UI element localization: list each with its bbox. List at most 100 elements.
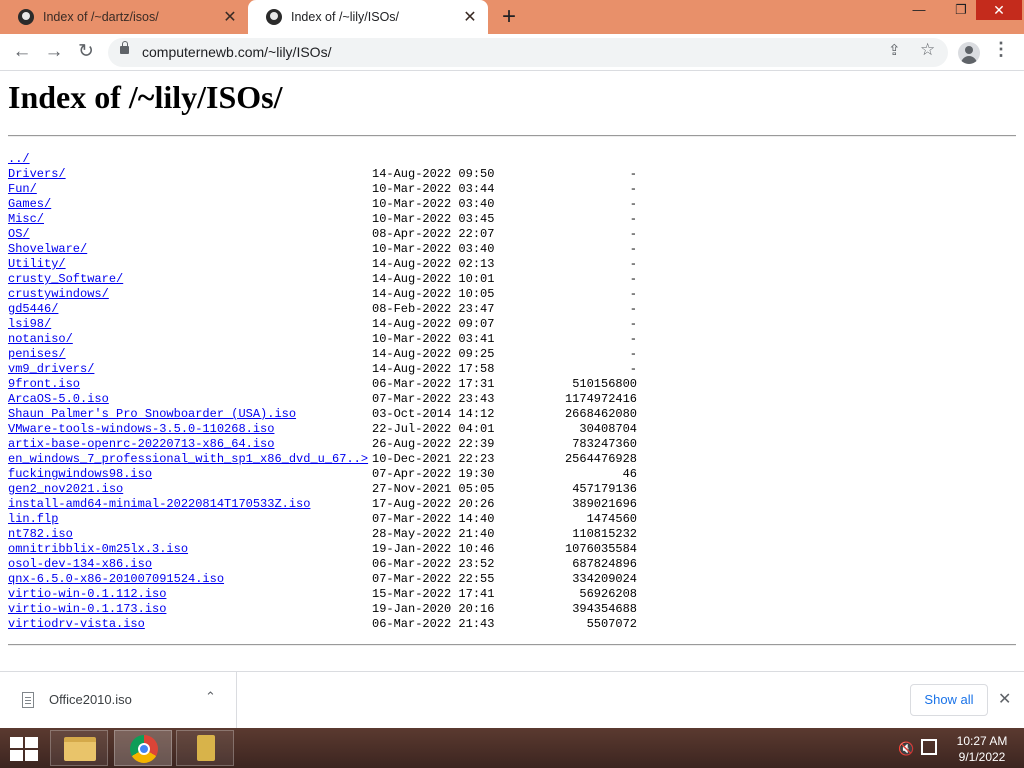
file-size: - (629, 287, 637, 301)
taskbar-file-explorer[interactable] (50, 730, 108, 766)
file-link[interactable]: artix-base-openrc-20220713-x86_64.iso (8, 437, 274, 452)
shelf-close-icon[interactable]: ✕ (998, 689, 1011, 709)
file-link[interactable]: lsi98/ (8, 317, 51, 332)
modified-date: 08-Apr-2022 22:07 (372, 227, 495, 241)
modified-date: 10-Dec-2021 22:23 (372, 452, 495, 466)
file-size: 46 (622, 467, 637, 481)
modified-date: 14-Aug-2022 09:25 (372, 347, 495, 361)
file-size: 510156800 (572, 377, 637, 391)
taskbar-chrome[interactable] (114, 730, 172, 766)
modified-date: 10-Mar-2022 03:44 (372, 182, 495, 196)
modified-date: 14-Aug-2022 09:07 (372, 317, 495, 331)
url-text[interactable]: computernewb.com/~lily/ISOs/ (142, 44, 331, 60)
tab-dartz-isos[interactable]: Index of /~dartz/isos/ ✕ (0, 0, 248, 34)
reload-button[interactable]: ↻ (72, 38, 100, 66)
file-size: 687824896 (572, 557, 637, 571)
forward-button[interactable]: → (40, 38, 68, 66)
new-tab-button[interactable]: + (496, 0, 522, 34)
file-size: - (629, 197, 637, 211)
share-icon[interactable]: ⇪ (888, 41, 901, 59)
file-link[interactable]: Utility/ (8, 257, 66, 272)
file-link[interactable]: Games/ (8, 197, 51, 212)
modified-date: 03-Oct-2014 14:12 (372, 407, 495, 421)
window-close-button[interactable]: ✕ (976, 0, 1022, 20)
back-button[interactable]: ← (8, 38, 36, 66)
file-link[interactable]: notaniso/ (8, 332, 73, 347)
file-size: 2668462080 (564, 407, 637, 421)
file-link[interactable]: 9front.iso (8, 377, 80, 392)
file-size: 389021696 (572, 497, 637, 511)
file-size: - (629, 212, 637, 226)
modified-date: 08-Feb-2022 23:47 (372, 302, 495, 316)
file-link[interactable]: gd5446/ (8, 302, 58, 317)
modified-date: 06-Mar-2022 17:31 (372, 377, 495, 391)
start-button[interactable] (10, 737, 38, 761)
file-link[interactable]: penises/ (8, 347, 66, 362)
file-size: 1174972416 (564, 392, 637, 406)
file-link[interactable]: Misc/ (8, 212, 44, 227)
file-link[interactable]: Fun/ (8, 182, 37, 197)
file-link[interactable]: qnx-6.5.0-x86-201007091524.iso (8, 572, 224, 587)
file-link[interactable]: ../ (8, 152, 30, 167)
speaker-muted-icon[interactable]: 🔇 (898, 741, 914, 757)
divider (8, 135, 1016, 137)
file-link[interactable]: Drivers/ (8, 167, 66, 182)
menu-icon[interactable]: ⋮ (992, 39, 1010, 60)
file-size: - (629, 272, 637, 286)
taskbar-app[interactable] (176, 730, 234, 766)
file-size: - (629, 347, 637, 361)
tab-close-icon[interactable]: ✕ (458, 7, 482, 27)
file-link[interactable]: fuckingwindows98.iso (8, 467, 152, 482)
minimize-button[interactable]: — (904, 0, 934, 20)
file-link[interactable]: lin.flp (8, 512, 58, 527)
modified-date: 19-Jan-2020 20:16 (372, 602, 495, 616)
download-shelf: Office2010.iso ⌃ Show all ✕ (0, 671, 1024, 728)
file-size: - (629, 317, 637, 331)
download-item[interactable]: Office2010.iso ⌃ (0, 672, 237, 728)
file-size: 783247360 (572, 437, 637, 451)
file-link[interactable]: VMware-tools-windows-3.5.0-110268.iso (8, 422, 274, 437)
file-link[interactable]: virtio-win-0.1.173.iso (8, 602, 166, 617)
modified-date: 14-Aug-2022 17:58 (372, 362, 495, 376)
system-clock[interactable]: 10:27 AM 9/1/2022 (948, 733, 1016, 765)
file-link[interactable]: virtiodrv-vista.iso (8, 617, 145, 632)
file-link[interactable]: en_windows_7_professional_with_sp1_x86_d… (8, 452, 368, 467)
file-size: 5507072 (586, 617, 637, 631)
site-favicon-icon (18, 9, 34, 25)
tab-title: Index of /~dartz/isos/ (43, 10, 159, 24)
modified-date: 22-Jul-2022 04:01 (372, 422, 495, 436)
tab-title: Index of /~lily/ISOs/ (291, 10, 400, 24)
file-link[interactable]: vm9_drivers/ (8, 362, 94, 377)
file-link[interactable]: Shaun Palmer's Pro Snowboarder (USA).iso (8, 407, 296, 422)
address-bar[interactable]: computernewb.com/~lily/ISOs/ ⇪ ☆ (108, 38, 948, 67)
file-link[interactable]: crustywindows/ (8, 287, 109, 302)
browser-toolbar: ← → ↻ computernewb.com/~lily/ISOs/ ⇪ ☆ ⋮ (0, 34, 1024, 71)
show-all-button[interactable]: Show all (910, 684, 988, 716)
file-link[interactable]: virtio-win-0.1.112.iso (8, 587, 166, 602)
file-link[interactable]: ArcaOS-5.0.iso (8, 392, 109, 407)
network-icon[interactable] (921, 739, 937, 755)
lock-icon[interactable] (120, 41, 129, 54)
file-link[interactable]: osol-dev-134-x86.iso (8, 557, 152, 572)
file-link[interactable]: omnitribblix-0m25lx.3.iso (8, 542, 188, 557)
file-link[interactable]: crusty_Software/ (8, 272, 123, 287)
bookmark-star-icon[interactable]: ☆ (920, 40, 935, 60)
modified-date: 14-Aug-2022 10:05 (372, 287, 495, 301)
file-size: 110815232 (572, 527, 637, 541)
file-link[interactable]: gen2_nov2021.iso (8, 482, 123, 497)
tab-lily-isos[interactable]: Index of /~lily/ISOs/ ✕ (248, 0, 488, 34)
file-size: - (629, 362, 637, 376)
file-link[interactable]: Shovelware/ (8, 242, 87, 257)
windows-logo-icon (10, 737, 23, 748)
file-link[interactable]: nt782.iso (8, 527, 73, 542)
restore-button[interactable]: ❐ (946, 0, 976, 20)
modified-date: 14-Aug-2022 10:01 (372, 272, 495, 286)
file-link[interactable]: install-amd64-minimal-20220814T170533Z.i… (8, 497, 310, 512)
clock-date: 9/1/2022 (958, 750, 1006, 764)
download-file-name[interactable]: Office2010.iso (49, 692, 132, 707)
chevron-up-icon[interactable]: ⌃ (205, 689, 216, 705)
profile-avatar-icon[interactable] (958, 42, 980, 64)
tab-close-icon[interactable]: ✕ (218, 7, 242, 27)
file-size: 457179136 (572, 482, 637, 496)
file-link[interactable]: OS/ (8, 227, 30, 242)
